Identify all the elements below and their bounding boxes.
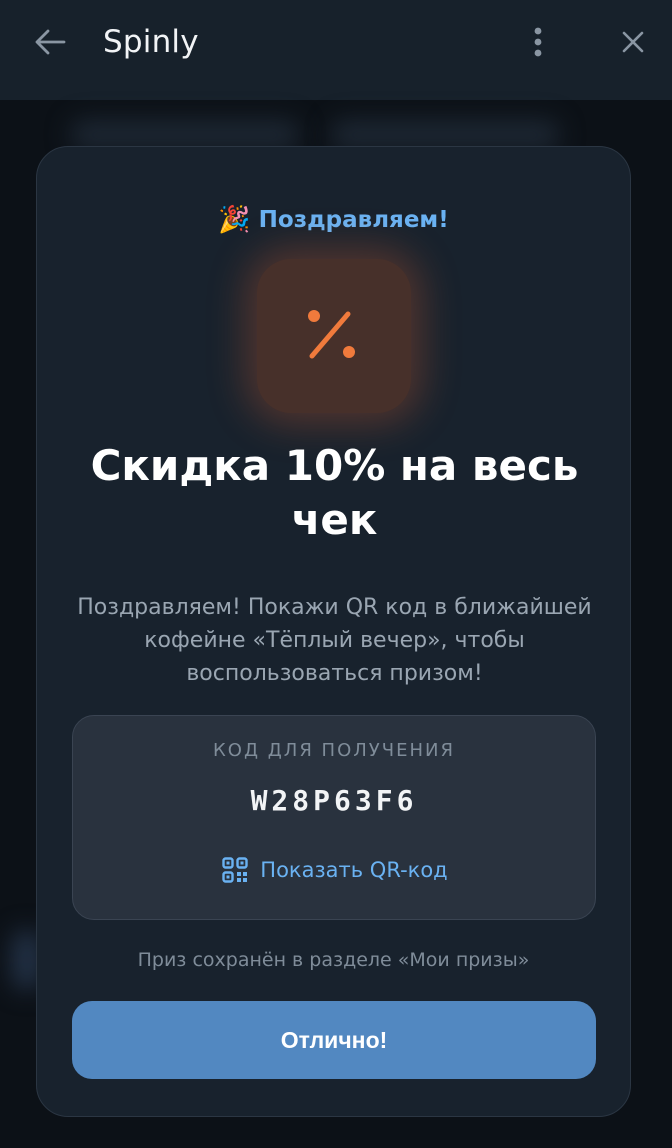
close-button[interactable] (614, 24, 652, 60)
close-icon (622, 31, 644, 53)
percent-icon (308, 310, 355, 359)
saved-note: Приз сохранён в разделе «Мои призы» (137, 949, 530, 971)
congrats-heading: 🎉 Поздравляем! (37, 207, 630, 233)
code-value[interactable]: W28P63F6 (73, 784, 595, 817)
app-header: Spinly (0, 0, 672, 100)
congrats-text: Поздравляем! (258, 207, 449, 233)
discount-badge (257, 259, 411, 413)
app-title: Spinly (103, 24, 199, 60)
show-qr-label: Показать QR-код (260, 858, 448, 882)
arrow-left-icon (35, 29, 66, 55)
code-label: КОД ДЛЯ ПОЛУЧЕНИЯ (213, 740, 455, 761)
redeem-code-box: КОД ДЛЯ ПОЛУЧЕНИЯ W28P63F6 Показать QR-к… (72, 715, 596, 920)
prize-title: Скидка 10% на весь чек (90, 441, 579, 544)
prize-description: Поздравляем! Покажи QR код в ближайшей к… (77, 595, 592, 686)
more-menu-button[interactable] (526, 24, 550, 60)
party-popper-icon: 🎉 (218, 205, 251, 235)
back-button[interactable] (30, 26, 70, 58)
prize-card: 🎉 Поздравляем! Скидка 10% на весь чек По… (36, 146, 631, 1117)
qr-code-icon (222, 857, 248, 883)
more-vertical-icon (534, 27, 542, 57)
ok-button[interactable]: Отлично! (72, 1001, 596, 1079)
show-qr-button[interactable]: Показать QR-код (221, 852, 449, 888)
